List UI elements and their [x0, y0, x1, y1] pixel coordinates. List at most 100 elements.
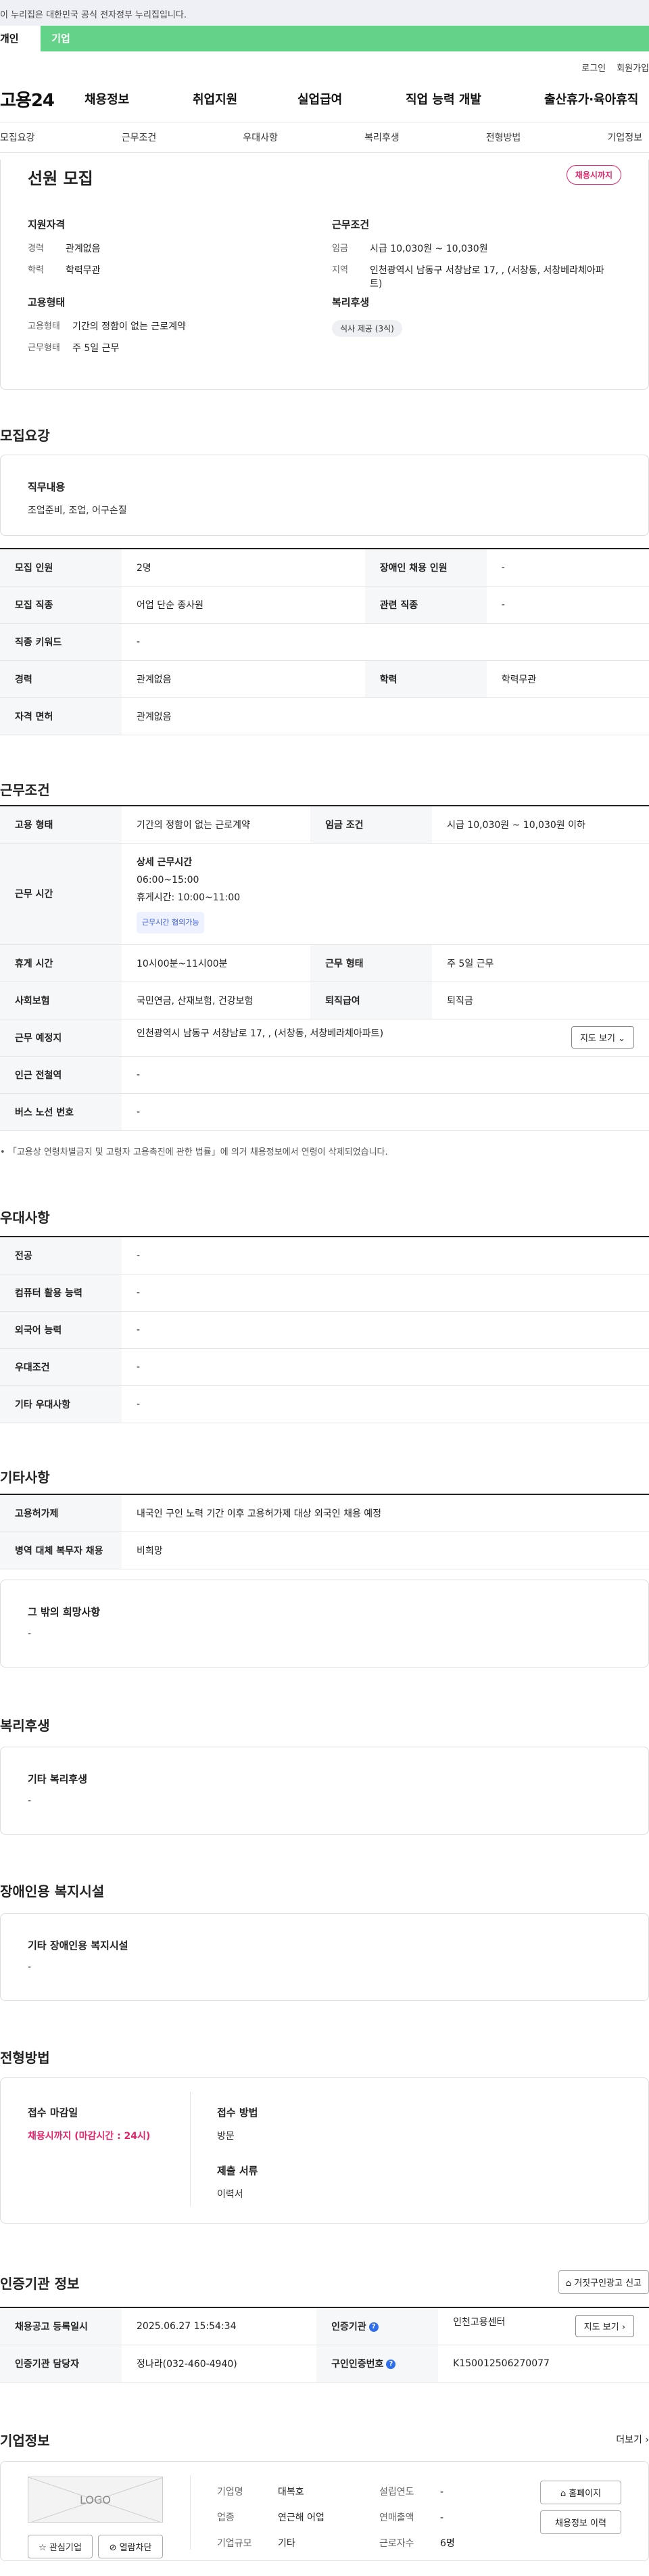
preference-table: 전공 - 컴퓨터 활용 능력 - 외국어 능력 - 우대조건 - 기타 우대사항 -	[0, 1236, 649, 1423]
table-cell: -	[486, 548, 649, 586]
table-row: 기타 우대사항 -	[0, 1385, 649, 1423]
snb-item-welfare[interactable]: 복리후생	[364, 131, 400, 144]
map-view-button[interactable]: 지도 보기 ⌄	[571, 1026, 634, 1049]
method-block: 접수 방법 방문	[217, 2105, 258, 2142]
screening-heading: 전형방법	[0, 2050, 50, 2066]
table-header-cell: 고용허가제	[0, 1494, 122, 1532]
table-row: 휴게 시간 10시00분~11시00분 근무 형태 주 5일 근무	[0, 944, 649, 982]
gnb-item-parental-leave[interactable]: 출산휴가·육아휴직	[544, 90, 638, 108]
field-value: -	[440, 2512, 444, 2523]
table-header-cell: 고용 형태	[0, 805, 122, 844]
tab-personal[interactable]: 개인	[0, 26, 41, 51]
company-more-link[interactable]: 더보기 ›	[616, 2433, 649, 2446]
gov-banner-text: 이 누리집은 대한민국 공식 전자정부 누리집입니다.	[0, 10, 187, 20]
login-link[interactable]: 로그인	[581, 61, 606, 76]
disability-facility-box-heading: 기타 장애인용 복지시설	[28, 1939, 128, 1952]
field-key: 기업명	[217, 2487, 243, 2498]
agency-map-button[interactable]: 지도 보기 ›	[575, 2315, 634, 2338]
utility-nav: 로그인 회원가입	[0, 51, 649, 76]
table-row: 근무 시간 상세 근무시간 06:00~15:00 휴게시간: 10:00~11…	[0, 843, 649, 945]
star-icon: ☆	[39, 2543, 49, 2553]
global-nav: 고용24 채용정보 취업지원 실업급여 직업 능력 개발 출산휴가·육아휴직	[0, 76, 649, 122]
job-title: 선원 모집	[28, 169, 93, 188]
agency-table: 채용공고 등록일시 2025.06.27 15:54:34 인증기관? 인천고용센터 지…	[0, 2307, 649, 2383]
qual-education-value: 학력무관	[66, 265, 101, 276]
report-label: 거짓구인광고 신고	[574, 2278, 642, 2288]
emp-type-key: 고용형태	[28, 321, 60, 331]
agency-map-label: 지도 보기	[583, 2322, 619, 2333]
table-row: 외국어 능력 -	[0, 1311, 649, 1349]
block-label: 열람차단	[119, 2543, 152, 2553]
disability-facility-heading: 장애인용 복지시설	[0, 1883, 105, 1900]
field-key: 연매출액	[379, 2512, 414, 2523]
gov-banner: 이 누리집은 대한민국 공식 전자정부 누리집입니다.	[0, 0, 649, 26]
report-icon: ⌂	[565, 2278, 575, 2288]
cond-region-key: 지역	[332, 265, 348, 275]
homepage-button[interactable]: ⌂ 홈페이지	[540, 2481, 621, 2504]
job-history-button[interactable]: 채용정보 이력	[540, 2510, 621, 2534]
snb-item-screening[interactable]: 전형방법	[486, 131, 521, 144]
favorite-company-button[interactable]: ☆ 관심기업	[28, 2535, 93, 2558]
tab-company[interactable]: 기업	[41, 26, 81, 51]
gnb-item-training[interactable]: 직업 능력 개발	[406, 90, 544, 108]
snb-item-company[interactable]: 기업정보	[607, 131, 642, 144]
table-row: 모집 인원 2명 장애인 채용 인원 -	[0, 548, 649, 586]
company-field-row: 기업명 대복호 설립연도 -	[217, 2479, 455, 2505]
table-header-cell: 경력	[0, 660, 122, 698]
home-icon: ⌂	[560, 2489, 569, 2499]
qualification-block: 지원자격 경력 관계없음 학력 학력무관	[28, 217, 101, 285]
table-header-cell: 버스 노선 번호	[0, 1093, 122, 1131]
chevron-right-icon: ›	[621, 2322, 625, 2333]
table-row: 버스 노선 번호 -	[0, 1093, 649, 1131]
table-cell: -	[486, 586, 649, 624]
table-cell: 어업 단순 종사원	[122, 586, 365, 624]
section-nav: 모집요강 근무조건 우대사항 복리후생 전형방법 기업정보	[0, 122, 649, 153]
table-cell: -	[122, 1274, 649, 1312]
emp-schedule-key: 근무형태	[28, 343, 60, 353]
method-value: 방문	[217, 2131, 235, 2142]
table-header-cell: 외국어 능력	[0, 1311, 122, 1349]
company-fields: 기업명 대복호 설립연도 - 업종 연근해 어업 연매출액 - 기업규모 기타 근로자수 6명	[217, 2479, 455, 2556]
table-header-cell: 인증기관?	[316, 2307, 439, 2345]
qual-education-key: 학력	[28, 265, 44, 275]
table-cell: 정나라(032-460-4940)	[122, 2345, 317, 2383]
user-type-tabs: 개인 기업	[0, 26, 649, 51]
gnb-item-unemployment[interactable]: 실업급여	[297, 90, 406, 108]
help-icon[interactable]: ?	[386, 2359, 396, 2369]
work-table: 고용 형태 기간의 정함이 없는 근로계약 임금 조건 시급 10,030원 ~ 10…	[0, 805, 649, 1131]
block-view-button[interactable]: ⊘ 열람차단	[98, 2535, 163, 2558]
table-header-cell: 구인인증번호?	[316, 2345, 439, 2383]
chevron-right-icon: ›	[645, 2435, 649, 2445]
welfare-box-value: -	[28, 1795, 32, 1806]
chevron-down-icon: ⌄	[618, 1034, 625, 1044]
help-icon[interactable]: ?	[368, 2322, 379, 2332]
false-ad-report-button[interactable]: ⌂ 거짓구인광고 신고	[558, 2270, 649, 2294]
documents-value: 이력서	[217, 2189, 243, 2200]
qual-career-value: 관계없음	[66, 244, 101, 254]
emp-schedule-value: 주 5일 근무	[72, 343, 120, 354]
table-header-cell: 관련 직종	[364, 586, 487, 624]
table-header-cell: 퇴직급여	[310, 982, 433, 1019]
etc-heading: 기타사항	[0, 1469, 50, 1486]
field-value: 기타	[278, 2538, 295, 2549]
field-value: 6명	[440, 2538, 455, 2549]
snb-item-conditions[interactable]: 근무조건	[122, 131, 157, 144]
gnb-item-jobs[interactable]: 채용정보	[85, 90, 193, 108]
logo-text: LOGO	[80, 2493, 111, 2506]
wish-value: -	[28, 1628, 32, 1639]
divider	[190, 2092, 191, 2207]
agency-label: 인증기관	[331, 2321, 366, 2332]
welfare-summary-block: 복리후생 식사 제공 (3식)	[332, 295, 402, 337]
join-link[interactable]: 회원가입	[617, 61, 649, 76]
documents-block: 제출 서류 이력서	[217, 2163, 258, 2201]
table-cell: K150012506270077	[438, 2345, 649, 2383]
work-time-negotiable-tag: 근무시간 협의가능	[137, 912, 205, 934]
work-heading: 근무조건	[0, 782, 50, 798]
site-logo[interactable]: 고용24	[0, 87, 85, 112]
table-header-cell: 우대조건	[0, 1348, 122, 1386]
gnb-item-employment-support[interactable]: 취업지원	[193, 90, 297, 108]
snb-item-recruit[interactable]: 모집요강	[0, 131, 35, 144]
work-time-break: 휴게시간: 10:00~11:00	[137, 892, 241, 903]
snb-item-preference[interactable]: 우대사항	[243, 131, 278, 144]
table-header-cell: 자격 면허	[0, 697, 122, 735]
